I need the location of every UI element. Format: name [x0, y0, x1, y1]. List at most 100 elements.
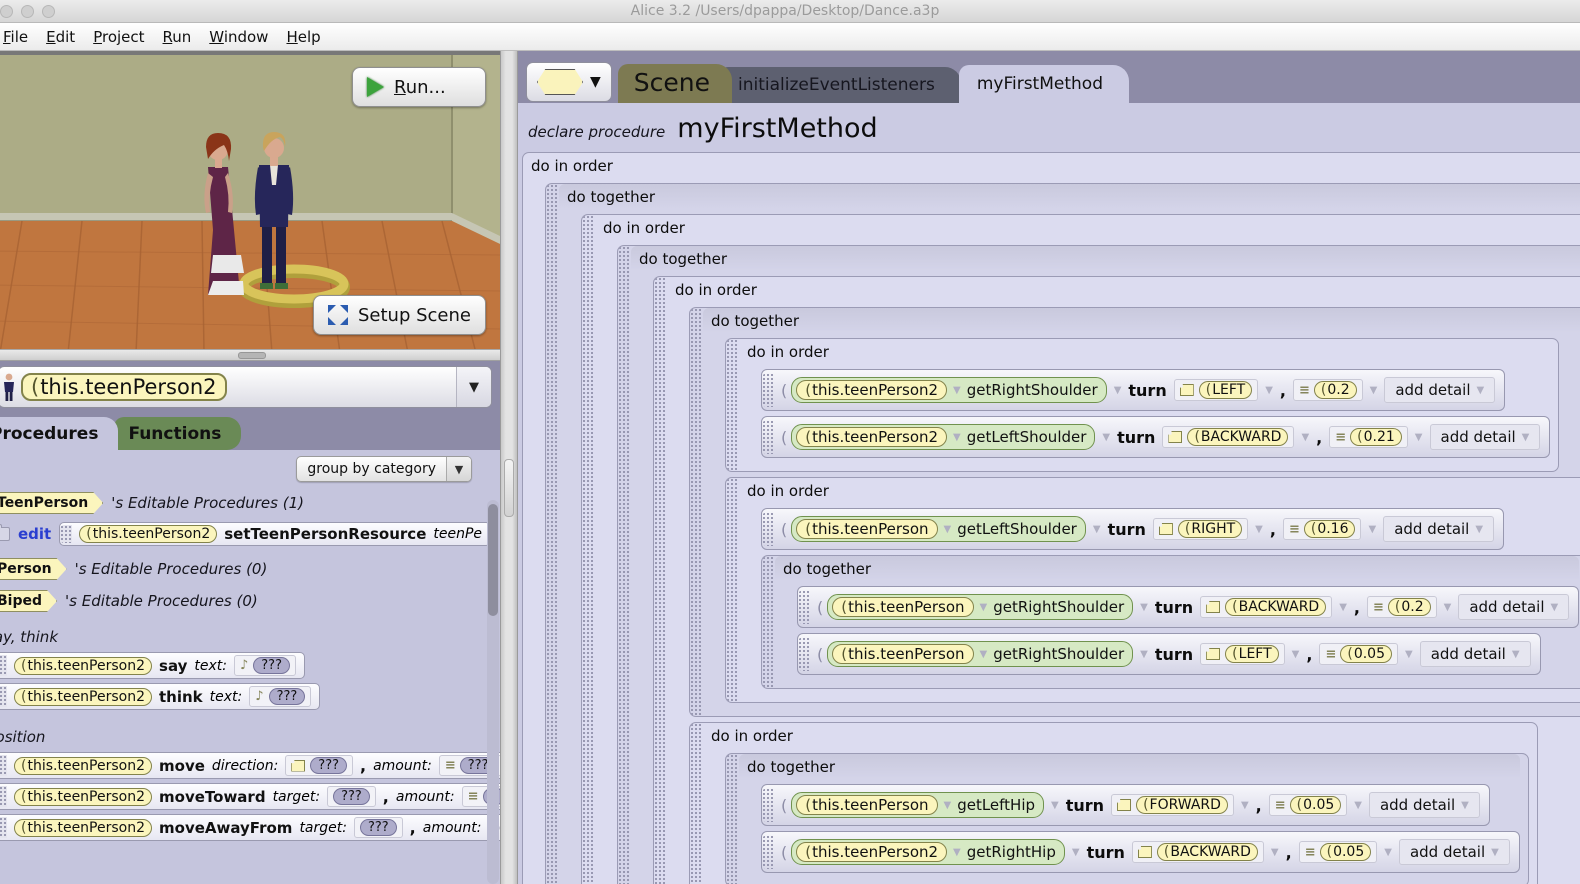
- scene-view[interactable]: Run... Setup Scene: [0, 51, 500, 349]
- tab-scene[interactable]: Scene: [617, 64, 733, 103]
- procedure-tile[interactable]: this.teenPerson2 setTeenPersonResource tee…: [59, 522, 492, 546]
- chevron-down-icon[interactable]: ▼: [1405, 649, 1413, 660]
- menu-item-window[interactable]: Window: [200, 26, 277, 48]
- class-tag[interactable]: Biped: [0, 590, 57, 612]
- block-label[interactable]: do together: [703, 308, 1580, 333]
- add-detail-dropdown[interactable]: add detail ▼: [1429, 424, 1541, 450]
- amount-dropdown[interactable]: ≡0.05: [1298, 841, 1378, 863]
- run-button[interactable]: Run...: [352, 67, 486, 107]
- do-in-order-block[interactable]: do in order do together do in order do toge…: [581, 214, 1580, 884]
- statement[interactable]: (this.teenPerson ▼ getLeftHip ▼ turn FORWARD ▼…: [761, 784, 1490, 826]
- direction-dropdown[interactable]: LEFT: [1200, 643, 1285, 665]
- direction-value-pill[interactable]: BACKWARD: [1156, 843, 1258, 861]
- drag-handle[interactable]: [762, 373, 774, 407]
- unset-value-pill[interactable]: ???: [359, 819, 397, 836]
- amount-dropdown[interactable]: ≡0.2: [1366, 596, 1437, 618]
- chevron-down-icon[interactable]: ▼: [1475, 524, 1483, 535]
- menu-item-help[interactable]: Help: [277, 26, 329, 48]
- statement[interactable]: (this.teenPerson2 ▼ getRightShoulder ▼ turn L…: [761, 369, 1506, 411]
- panel-divider[interactable]: [500, 51, 518, 884]
- subpart-expression[interactable]: this.teenPerson ▼ getLeftHip: [791, 792, 1045, 818]
- amount-value-pill[interactable]: 0.2: [1313, 381, 1357, 399]
- class-tag[interactable]: Person: [0, 558, 67, 580]
- drag-handle[interactable]: [0, 755, 7, 776]
- chevron-down-icon[interactable]: ▼: [1271, 847, 1279, 858]
- statement[interactable]: (this.teenPerson ▼ getLeftShoulder ▼ turn RIG…: [761, 508, 1505, 550]
- subpart-expression[interactable]: this.teenPerson2 ▼ getLeftShoulder: [791, 424, 1096, 450]
- scrollbar-thumb[interactable]: [488, 504, 498, 616]
- chevron-down-icon[interactable]: ▼: [1265, 385, 1273, 396]
- target-object-pill[interactable]: this.teenPerson: [832, 597, 974, 617]
- add-detail-dropdown[interactable]: add detail ▼: [1384, 377, 1496, 403]
- amount-dropdown[interactable]: ≡0.05: [1319, 643, 1398, 665]
- setup-scene-button[interactable]: Setup Scene: [313, 295, 486, 335]
- direction-dropdown[interactable]: BACKWARD: [1131, 841, 1264, 863]
- block-label[interactable]: do together: [739, 754, 1520, 779]
- chevron-down-icon[interactable]: ▼: [1301, 432, 1309, 443]
- procedure-selector-dropdown[interactable]: ▼: [526, 62, 612, 102]
- do-together-block[interactable]: do together do in order (this.teenPerson2 ▼…: [689, 307, 1580, 717]
- direction-value-pill[interactable]: LEFT: [1225, 645, 1279, 663]
- do-together-block[interactable]: do together(this.teenPerson▼getLeftHip▼t…: [725, 753, 1529, 884]
- amount-dropdown[interactable]: ≡0.05: [1268, 794, 1348, 816]
- target-object-pill[interactable]: this.teenPerson2: [14, 818, 153, 837]
- procedure-tile[interactable]: this.teenPerson2 move direction:???, amount…: [0, 752, 500, 779]
- drag-handle[interactable]: [798, 637, 810, 671]
- direction-value-pill[interactable]: FORWARD: [1136, 796, 1228, 814]
- amount-dropdown[interactable]: ≡0.2: [1292, 379, 1363, 401]
- chevron-down-icon[interactable]: ▼: [944, 800, 952, 811]
- chevron-down-icon[interactable]: ▼: [1292, 649, 1300, 660]
- selected-object-pill[interactable]: this.teenPerson2: [21, 373, 227, 401]
- do-together-block[interactable]: do together do in order do together do in o…: [545, 183, 1580, 884]
- menu-item-run[interactable]: Run: [154, 26, 201, 48]
- chevron-down-icon[interactable]: ▼: [1051, 800, 1059, 811]
- target-object-pill[interactable]: this.teenPerson2: [14, 756, 153, 775]
- unset-value-pill[interactable]: ???: [253, 657, 290, 674]
- block-label[interactable]: do in order: [739, 339, 1550, 364]
- statement[interactable]: (this.teenPerson2 ▼ getLeftShoulder ▼ turn BA…: [761, 416, 1551, 458]
- amount-value-pill[interactable]: 0.2: [1387, 598, 1431, 616]
- amount-dropdown[interactable]: ≡0.21: [1329, 426, 1408, 448]
- add-detail-dropdown[interactable]: add detail ▼: [1383, 516, 1495, 542]
- chevron-down-icon[interactable]: ▼: [1114, 385, 1122, 396]
- direction-dropdown[interactable]: BACKWARD: [1162, 426, 1295, 448]
- subpart-expression[interactable]: this.teenPerson2 ▼ getRightHip: [791, 839, 1065, 865]
- do-in-order-block[interactable]: do in order do together do in order do toge…: [522, 152, 1580, 884]
- drag-handle[interactable]: [0, 655, 7, 676]
- add-detail-dropdown[interactable]: add detail ▼: [1419, 641, 1531, 667]
- drag-handle[interactable]: [60, 525, 73, 543]
- statement[interactable]: (this.teenPerson2 ▼ getRightHip ▼ turn BACKWA…: [761, 831, 1520, 873]
- do-in-order-block[interactable]: do in order do together (this.teenPerson ▼ g…: [689, 722, 1538, 884]
- chevron-down-icon[interactable]: ▼: [1354, 800, 1362, 811]
- target-object-pill[interactable]: this.teenPerson2: [79, 525, 218, 543]
- divider-grip[interactable]: [504, 459, 514, 517]
- add-detail-dropdown[interactable]: add detail ▼: [1368, 792, 1480, 818]
- chevron-down-icon[interactable]: ▼: [1140, 649, 1148, 660]
- chevron-down-icon[interactable]: ▼: [1255, 524, 1263, 535]
- block-label[interactable]: do in order: [739, 478, 1580, 503]
- direction-value-pill[interactable]: LEFT: [1198, 381, 1253, 399]
- direction-value-pill[interactable]: RIGHT: [1177, 520, 1243, 538]
- chevron-down-icon[interactable]: ▼: [1551, 602, 1559, 613]
- object-dropdown[interactable]: this.teenPerson2 ▼: [0, 366, 492, 408]
- chevron-down-icon[interactable]: ▼: [1241, 800, 1249, 811]
- block-label[interactable]: do in order: [703, 723, 1529, 748]
- amount-value-pill[interactable]: 0.05: [1340, 645, 1392, 663]
- procedure-tile[interactable]: this.teenPerson2 moveToward target:???, amo…: [0, 783, 500, 810]
- target-object-pill[interactable]: this.teenPerson: [832, 644, 974, 664]
- block-label[interactable]: do together: [775, 556, 1580, 581]
- add-detail-dropdown[interactable]: add detail ▼: [1398, 839, 1510, 865]
- menu-item-file[interactable]: File: [0, 26, 37, 48]
- procedure-tile[interactable]: this.teenPerson2 moveAwayFrom target:???, a…: [0, 814, 500, 841]
- direction-value-pill[interactable]: BACKWARD: [1225, 598, 1327, 616]
- edit-link[interactable]: edit: [18, 525, 51, 543]
- block-label[interactable]: do together: [631, 246, 1580, 271]
- direction-dropdown[interactable]: LEFT: [1173, 379, 1259, 401]
- chevron-down-icon[interactable]: ▼: [1368, 524, 1376, 535]
- direction-dropdown[interactable]: FORWARD: [1111, 794, 1234, 816]
- direction-dropdown[interactable]: RIGHT: [1152, 518, 1249, 540]
- block-label[interactable]: do in order: [595, 215, 1580, 240]
- chevron-down-icon[interactable]: ▼: [1444, 602, 1452, 613]
- chevron-down-icon[interactable]: ▼: [1384, 847, 1392, 858]
- chevron-down-icon[interactable]: ▼: [1140, 602, 1148, 613]
